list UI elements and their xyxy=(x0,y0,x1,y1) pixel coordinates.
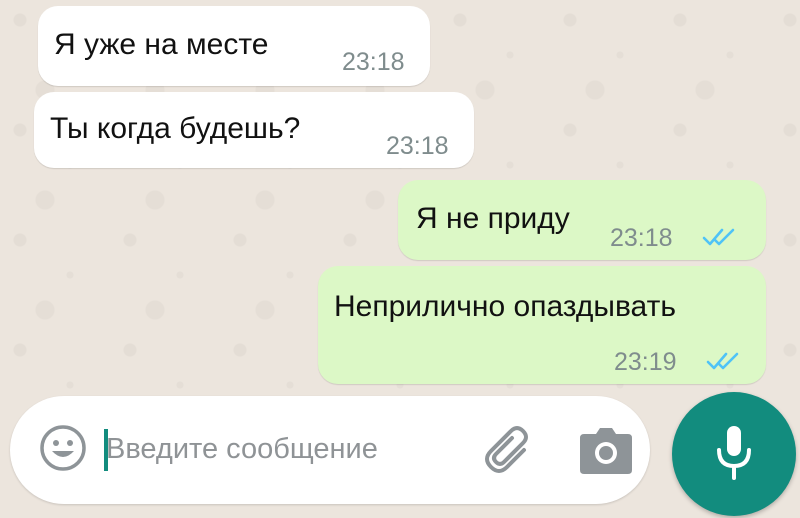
emoji-icon xyxy=(40,425,86,471)
message-bubble-incoming[interactable]: Я уже на месте 23:18 xyxy=(38,6,430,86)
message-text: Я уже на месте xyxy=(54,28,269,61)
message-time: 23:18 xyxy=(610,224,673,252)
message-time: 23:18 xyxy=(386,132,449,160)
camera-button[interactable] xyxy=(578,424,634,476)
message-text: Я не приду xyxy=(416,202,570,235)
message-bubble-outgoing[interactable]: Неприлично опаздывать 23:19 xyxy=(318,266,766,384)
message-text: Ты когда будешь? xyxy=(50,112,301,145)
message-text: Неприлично опаздывать xyxy=(334,290,676,323)
microphone-icon xyxy=(717,426,751,480)
read-receipt-icon xyxy=(702,227,736,247)
read-receipt-icon xyxy=(706,351,740,371)
message-bubble-outgoing[interactable]: Я не приду 23:18 xyxy=(398,180,766,260)
voice-record-button[interactable] xyxy=(672,392,796,516)
message-input[interactable] xyxy=(106,424,436,474)
camera-icon xyxy=(580,428,632,474)
message-list[interactable]: Я уже на месте 23:18 Ты когда будешь? 23… xyxy=(0,0,800,392)
message-bubble-incoming[interactable]: Ты когда будешь? 23:18 xyxy=(34,92,474,168)
paperclip-icon xyxy=(485,426,528,473)
message-time: 23:19 xyxy=(614,348,677,376)
emoji-button[interactable] xyxy=(38,423,88,473)
message-time: 23:18 xyxy=(342,48,405,76)
message-composer xyxy=(10,396,650,504)
attach-button[interactable] xyxy=(480,420,540,480)
